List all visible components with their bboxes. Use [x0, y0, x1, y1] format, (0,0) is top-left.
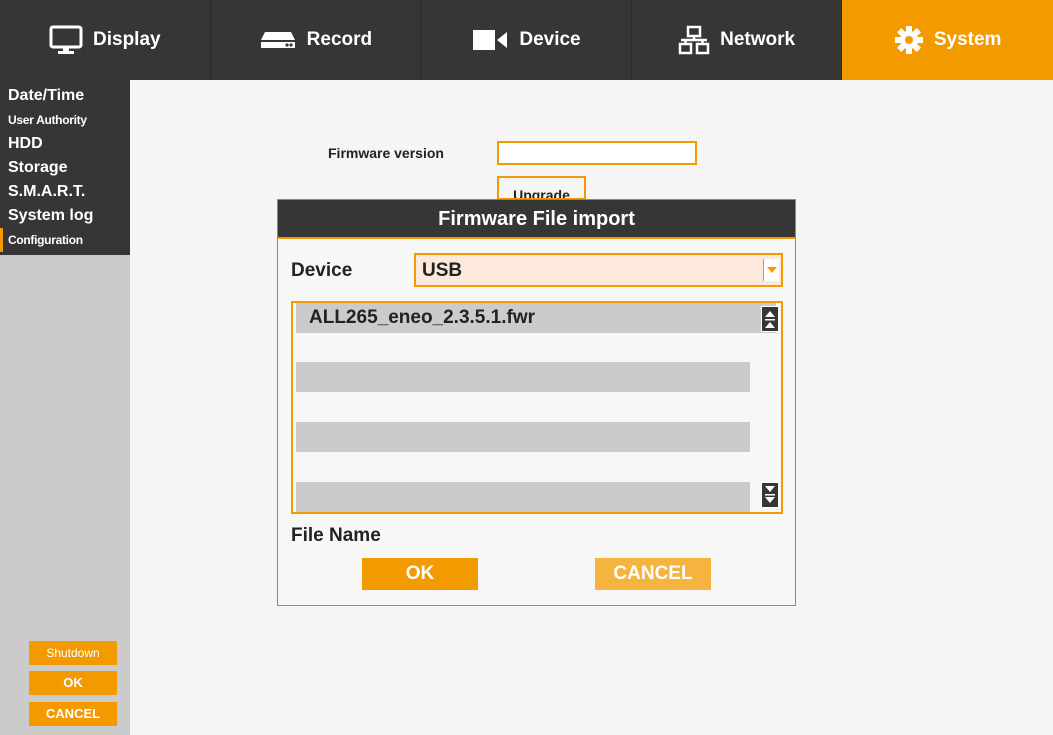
- sidebar-item-date-time[interactable]: Date/Time: [0, 84, 130, 108]
- sidebar-item-system-log[interactable]: System log: [0, 204, 130, 228]
- upgrade-button[interactable]: Upgrade: [497, 176, 586, 200]
- tab-system[interactable]: System: [842, 0, 1053, 80]
- sidebar-ok-button[interactable]: OK: [29, 671, 117, 695]
- sidebar-item-hdd[interactable]: HDD: [0, 132, 130, 156]
- sidebar-item-configuration[interactable]: Configuration: [0, 228, 130, 252]
- device-select[interactable]: USB: [414, 253, 783, 287]
- device-label: Device: [291, 260, 353, 281]
- file-name: ALL265_eneo_2.3.5.1.fwr: [309, 307, 535, 328]
- gear-icon: [894, 25, 924, 55]
- list-item[interactable]: [296, 333, 750, 363]
- sidebar: Date/Time User Authority HDD Storage S.M…: [0, 80, 130, 735]
- firmware-import-dialog: Firmware File import Device USB ALL265_e…: [277, 199, 796, 606]
- file-list[interactable]: ALL265_eneo_2.3.5.1.fwr: [291, 301, 783, 514]
- dialog-title: Firmware File import: [278, 200, 795, 239]
- sidebar-menu: Date/Time User Authority HDD Storage S.M…: [0, 80, 130, 255]
- sidebar-item-smart[interactable]: S.M.A.R.T.: [0, 180, 130, 204]
- list-item[interactable]: [296, 392, 750, 422]
- device-select-value: USB: [422, 260, 463, 281]
- scroll-down-button[interactable]: [761, 482, 779, 508]
- scroll-up-icon: [765, 311, 775, 328]
- tab-label: System: [933, 29, 1002, 50]
- shutdown-button[interactable]: Shutdown: [29, 641, 117, 665]
- tab-display[interactable]: Display: [0, 0, 211, 80]
- tab-device[interactable]: Device: [421, 0, 632, 80]
- list-item[interactable]: [296, 452, 750, 482]
- file-name-label: File Name: [291, 525, 381, 546]
- tab-label: Device: [519, 29, 581, 50]
- camera-icon: [471, 28, 509, 52]
- tab-network[interactable]: Network: [632, 0, 843, 80]
- firmware-version-label: Firmware version: [328, 145, 444, 161]
- tab-label: Display: [93, 29, 161, 50]
- scroll-up-button[interactable]: [761, 306, 779, 332]
- monitor-icon: [49, 25, 83, 55]
- top-navigation: Display Record Device Network System: [0, 0, 1053, 80]
- sidebar-item-user-authority[interactable]: User Authority: [0, 108, 130, 132]
- list-item[interactable]: [296, 482, 750, 512]
- firmware-version-field[interactable]: [497, 141, 697, 165]
- dialog-ok-button[interactable]: OK: [362, 558, 478, 590]
- scroll-down-icon: [765, 486, 775, 503]
- tab-record[interactable]: Record: [211, 0, 422, 80]
- sidebar-item-storage[interactable]: Storage: [0, 156, 130, 180]
- sidebar-cancel-button[interactable]: CANCEL: [29, 702, 117, 726]
- chevron-down-icon[interactable]: [763, 259, 779, 281]
- tab-label: Network: [720, 29, 796, 50]
- tab-label: Record: [306, 29, 373, 50]
- list-item[interactable]: [296, 362, 750, 392]
- list-item[interactable]: ALL265_eneo_2.3.5.1.fwr: [296, 303, 776, 333]
- dialog-cancel-button[interactable]: CANCEL: [595, 558, 711, 590]
- network-icon: [678, 25, 710, 55]
- list-item[interactable]: [296, 422, 750, 452]
- hdd-recorder-icon: [259, 28, 297, 52]
